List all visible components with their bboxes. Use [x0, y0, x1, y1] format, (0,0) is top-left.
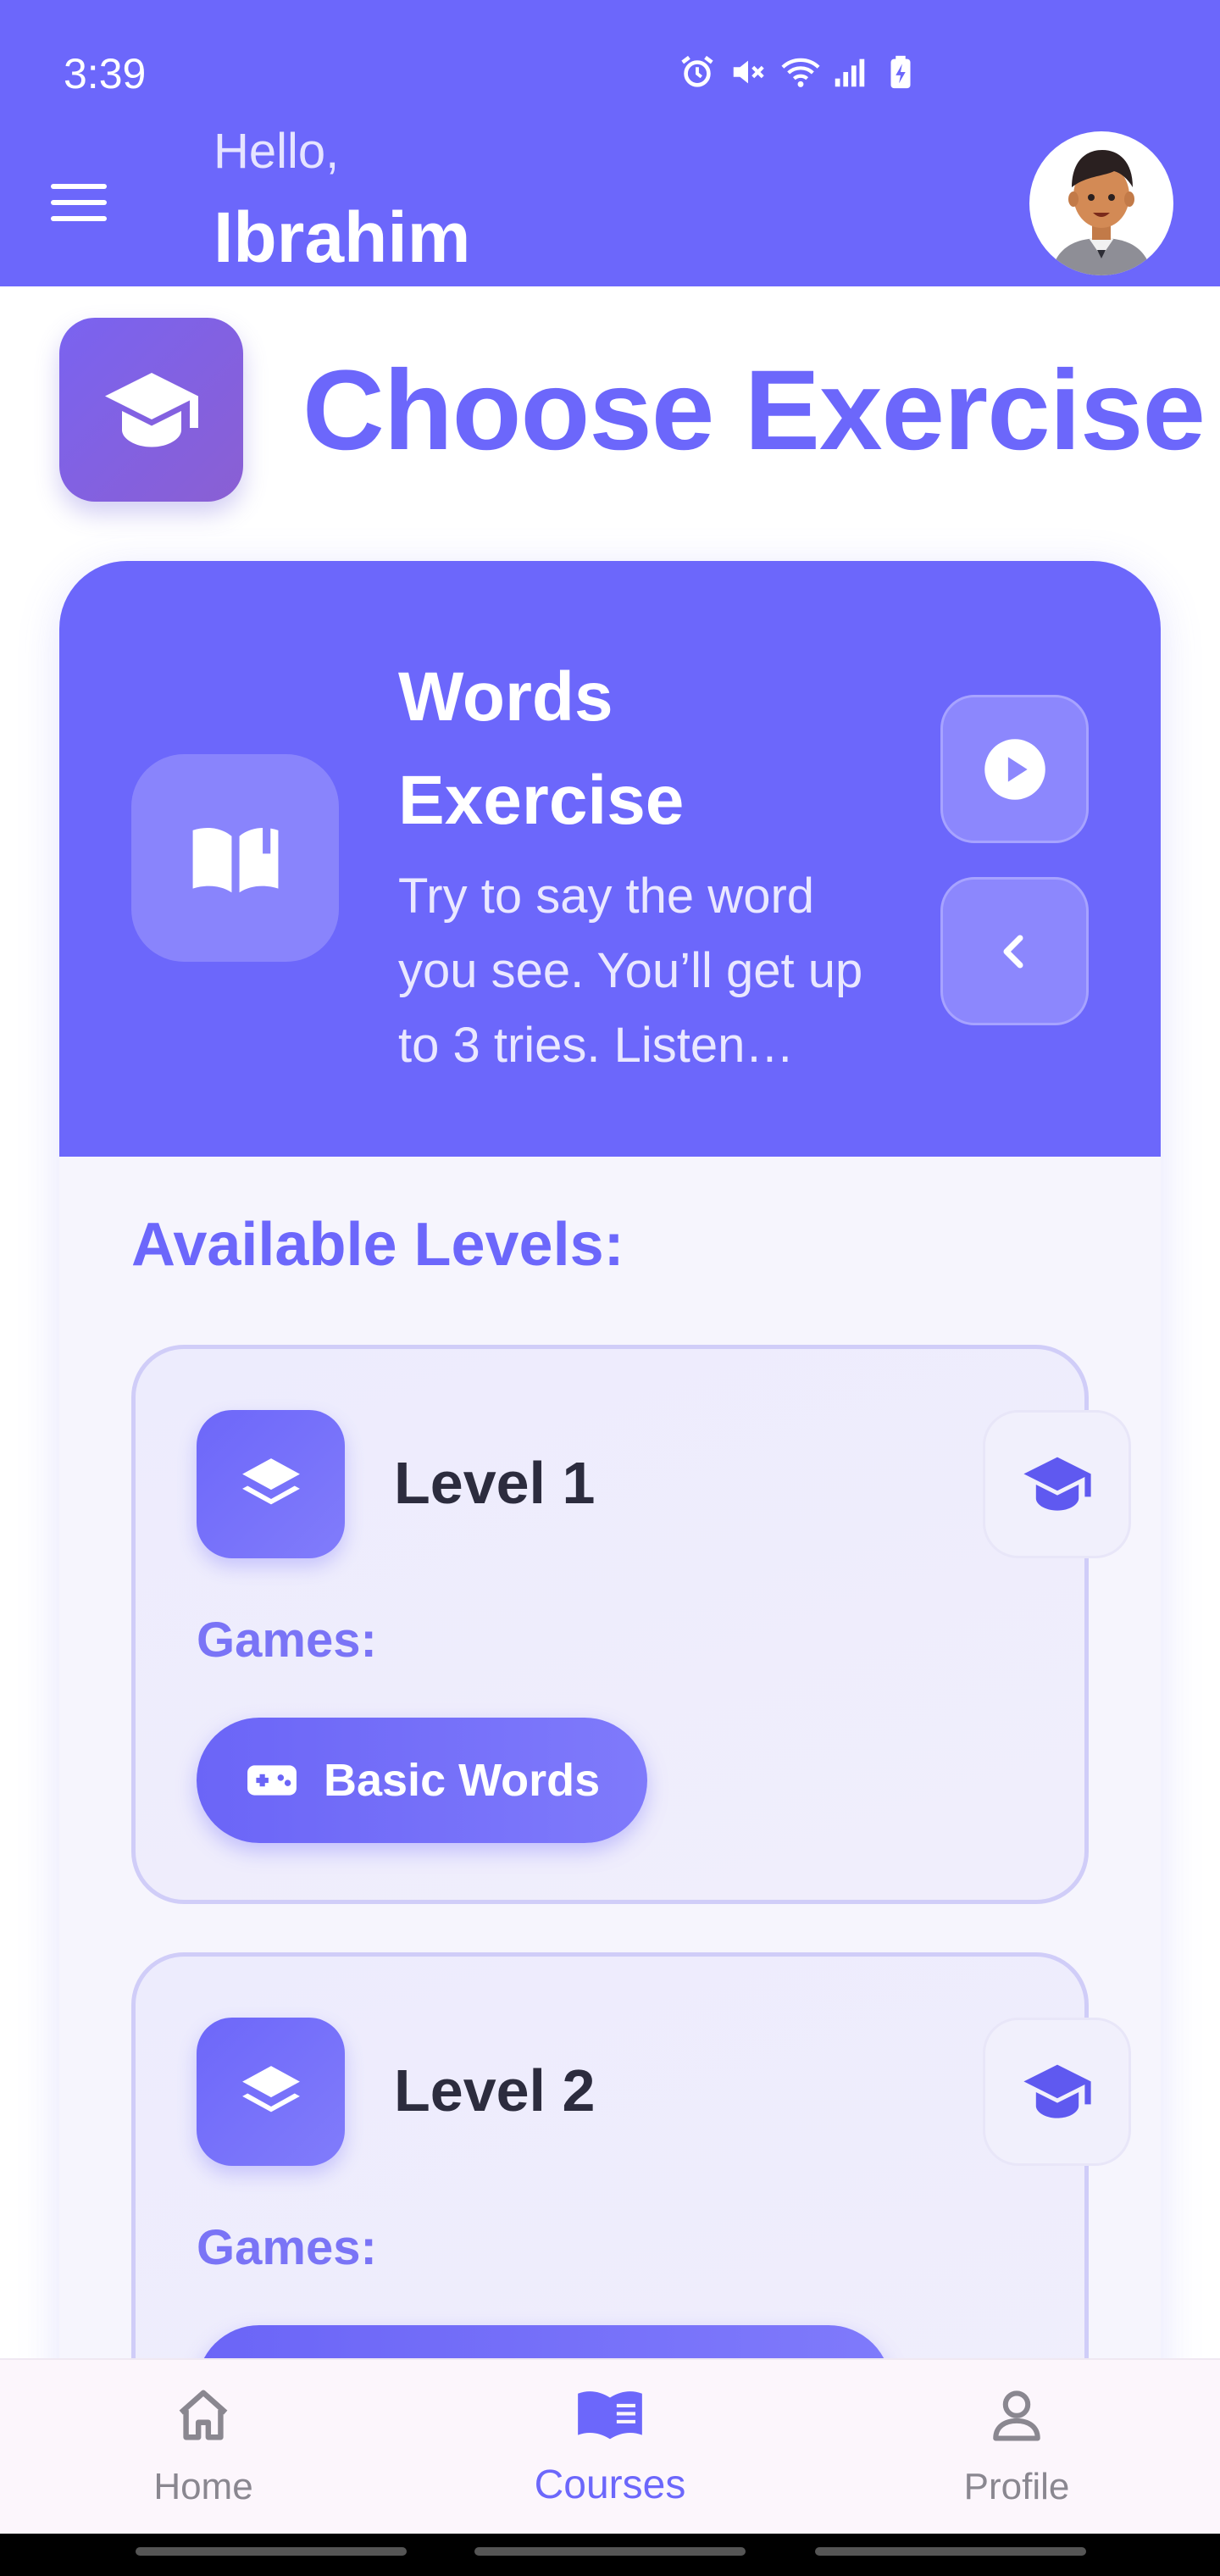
user-name: Ibrahim	[214, 197, 471, 277]
signal-icon	[830, 53, 869, 92]
bottom-nav: Home Courses Profile	[0, 2358, 1220, 2534]
avatar[interactable]	[1029, 131, 1173, 275]
layers-icon	[241, 1457, 300, 1504]
status-time: 3:39	[64, 50, 147, 97]
book-icon	[578, 2391, 642, 2440]
gesture-pill	[136, 2547, 407, 2556]
app-header: 3:39 Hello, Ibrahim	[0, 0, 1220, 286]
battery-icon	[881, 53, 920, 92]
exercise-description: Try to say the word you see. You’ll get …	[398, 869, 863, 1073]
nav-item-home[interactable]: Home	[76, 2360, 330, 2535]
play-icon	[984, 738, 1045, 800]
games-label: Games:	[197, 2220, 377, 2275]
system-gesture-bar	[0, 2534, 1220, 2576]
chevron-left-icon	[1003, 935, 1023, 968]
game-chip-basic-words[interactable]: Basic Words	[197, 1718, 648, 1843]
exercise-card: Words Exercise Try to say the word you s…	[59, 561, 1161, 2510]
mute-icon	[729, 53, 768, 92]
level-graduation-button[interactable]	[983, 2018, 1131, 2166]
person-icon	[993, 2390, 1040, 2441]
graduation-cap-icon	[1023, 2064, 1091, 2118]
home-icon	[179, 2390, 228, 2440]
graduation-cap-tile	[59, 318, 243, 502]
exercise-header: Words Exercise Try to say the word you s…	[59, 561, 1161, 1157]
open-book-icon	[192, 822, 279, 893]
status-icons	[678, 53, 920, 92]
greeting-text: Hello,	[214, 124, 340, 179]
graduation-cap-icon	[105, 373, 198, 447]
gamepad-icon	[247, 1765, 297, 1796]
gesture-pill[interactable]	[474, 2547, 746, 2556]
games-label: Games:	[197, 1613, 377, 1668]
nav-item-courses[interactable]: Courses	[483, 2360, 737, 2535]
level-card[interactable]: Level 1 Games: Basic Words	[131, 1345, 1131, 1904]
layers-icon-tile	[197, 1410, 345, 1558]
gesture-pill	[815, 2547, 1086, 2556]
nav-label: Profile	[963, 2466, 1070, 2507]
level-name: Level 1	[394, 1450, 596, 1516]
layers-icon	[241, 2065, 300, 2112]
wifi-icon	[779, 53, 820, 92]
level-name: Level 2	[394, 2057, 596, 2124]
page-title: Choose Exercise	[302, 347, 1206, 474]
menu-button[interactable]	[51, 174, 119, 233]
levels-heading: Available Levels:	[131, 1211, 624, 1279]
play-button[interactable]	[940, 695, 1089, 843]
layers-icon-tile	[197, 2018, 345, 2166]
avatar-illustration-icon	[1051, 150, 1152, 275]
exercise-icon-tile	[131, 754, 339, 962]
graduation-cap-icon	[1023, 1457, 1091, 1511]
nav-label: Home	[153, 2466, 253, 2507]
level-graduation-button[interactable]	[983, 1410, 1131, 1558]
back-button[interactable]	[940, 877, 1089, 1025]
nav-item-profile[interactable]: Profile	[890, 2360, 1144, 2535]
exercise-title: Words Exercise	[398, 658, 685, 839]
nav-label: Courses	[534, 2462, 686, 2507]
alarm-icon	[678, 53, 717, 92]
game-chip-label: Basic Words	[324, 1755, 601, 1806]
